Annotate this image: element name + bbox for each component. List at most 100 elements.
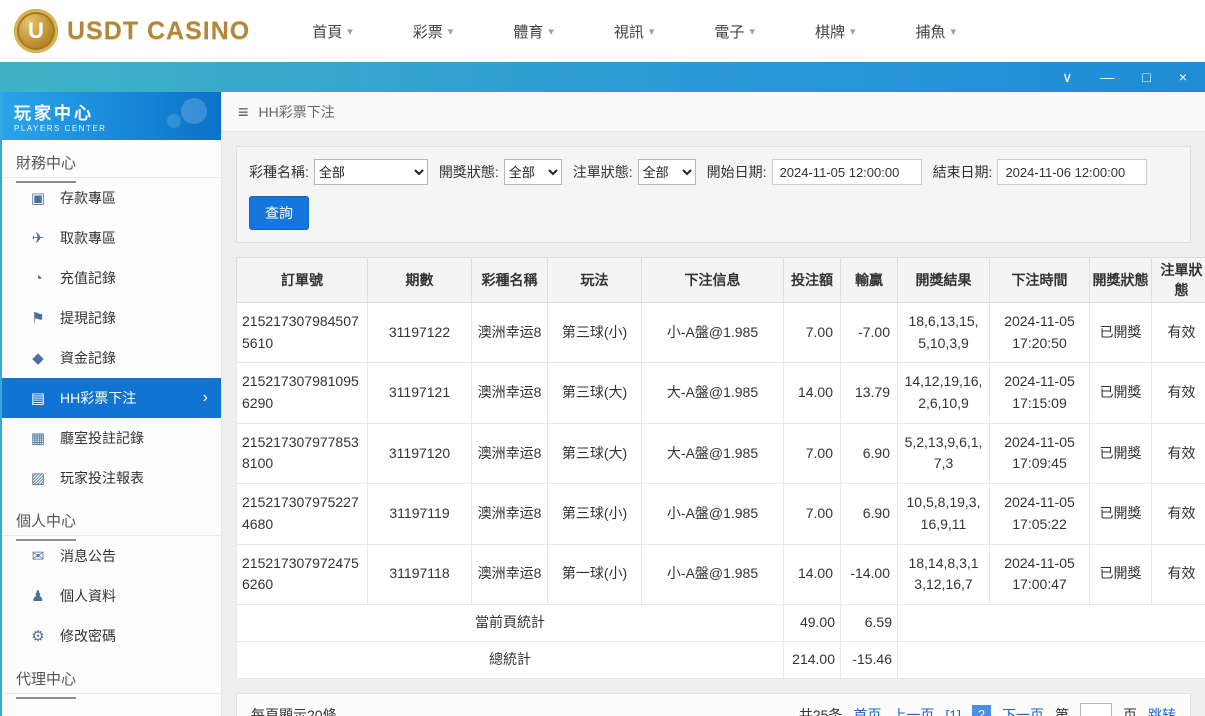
next-page-link[interactable]: 下一页: [1002, 705, 1044, 716]
chevron-down-icon: ▾: [749, 25, 755, 38]
bet-time-cell: 2024-11-05 17:09:45: [990, 423, 1090, 483]
bets-table: 訂單號 期數 彩種名稱 玩法 下注信息 投注額 輸贏 開獎結果 下注時間 開獎狀…: [236, 257, 1191, 679]
section-label: 代理中心: [16, 668, 76, 699]
draw-result-cell: 10,5,8,19,3,16,9,11: [898, 484, 990, 544]
col-header-draw-result: 開獎結果: [898, 258, 990, 303]
section-finance-center[interactable]: 財務中心: [2, 140, 221, 178]
bet-status-cell: 有效: [1152, 423, 1205, 483]
col-header-winloss: 輸贏: [841, 258, 898, 303]
sidebar-item-label: 充值記錄: [60, 268, 116, 288]
draw-status-select[interactable]: 全部: [504, 159, 562, 185]
draw-status-cell: 已開獎: [1090, 544, 1152, 604]
jump-label-suffix: 页: [1123, 705, 1137, 716]
grid-icon: ▦: [29, 429, 47, 447]
nav-item-slots[interactable]: 電子 ▾: [714, 21, 755, 42]
site-logo[interactable]: U USDT CASINO: [0, 9, 250, 53]
draw-status-label: 開獎狀態:: [439, 162, 499, 182]
sidebar-item-room-bet-record[interactable]: ▦ 廳室投註記錄: [2, 418, 221, 458]
jump-page-input[interactable]: [1080, 703, 1112, 716]
jump-go-link[interactable]: 跳转: [1148, 705, 1176, 716]
winloss-cell: -14.00: [841, 544, 898, 604]
window-title-bar: ∨ — □ ×: [0, 62, 1205, 92]
page-summary-empty: [898, 604, 1205, 641]
order-cell: 2152173079778538100: [237, 423, 368, 483]
nav-label: 首頁: [312, 21, 342, 42]
nav-label: 捕魚: [916, 21, 946, 42]
period-cell: 31197122: [368, 303, 472, 363]
withdraw-icon: ✈: [29, 229, 47, 247]
chevron-down-icon: ▾: [347, 25, 353, 38]
page-summary-winloss: 6.59: [841, 604, 898, 641]
sidebar-item-profile[interactable]: ♟ 個人資料: [2, 576, 221, 616]
start-date-input[interactable]: [772, 159, 922, 185]
period-cell: 31197121: [368, 363, 472, 423]
sidebar-item-change-password[interactable]: ⚙ 修改密碼: [2, 616, 221, 656]
end-date-input[interactable]: [997, 159, 1147, 185]
nav-item-fishing[interactable]: 捕魚 ▾: [916, 21, 957, 42]
nav-item-lottery[interactable]: 彩票 ▾: [413, 21, 454, 42]
draw-result-cell: 14,12,19,16,2,6,10,9: [898, 363, 990, 423]
sidebar-item-funds-record[interactable]: ◆ 資金記錄: [2, 338, 221, 378]
section-personal-center[interactable]: 個人中心: [2, 498, 221, 536]
players-center-title: 玩家中心: [14, 99, 209, 124]
search-button[interactable]: 查詢: [249, 196, 309, 230]
deposit-icon: ▣: [29, 189, 47, 207]
period-cell: 31197120: [368, 423, 472, 483]
sidebar-item-deposit-area[interactable]: ▣ 存款專區: [2, 178, 221, 218]
draw-status-cell: 已開獎: [1090, 484, 1152, 544]
sidebar-item-label: HH彩票下注: [60, 388, 136, 408]
winloss-cell: -7.00: [841, 303, 898, 363]
bet-amount-cell: 7.00: [784, 484, 841, 544]
lottery-name-label: 彩種名稱:: [249, 162, 309, 182]
sidebar-item-player-bet-report[interactable]: ▨ 玩家投注報表: [2, 458, 221, 498]
prev-page-link[interactable]: 上一页: [892, 705, 934, 716]
lottery-cell: 澳洲幸运8: [472, 544, 548, 604]
pagination-bar: 每頁顯示20條 共25条 首页 上一页 [1] 2 下一页 第 页 跳转: [236, 693, 1191, 716]
players-center-subtitle: PLAYERS CENTER: [14, 124, 209, 133]
nav-item-video[interactable]: 視訊 ▾: [614, 21, 655, 42]
sidebar-item-recharge-record[interactable]: ◔ 充值記錄: [2, 258, 221, 298]
end-date-label: 結束日期:: [933, 162, 993, 182]
nav-label: 彩票: [413, 21, 443, 42]
nav-item-cards[interactable]: 棋牌 ▾: [815, 21, 856, 42]
minimize-icon[interactable]: —: [1100, 70, 1114, 84]
breadcrumb: ≡ HH彩票下注: [222, 92, 1205, 132]
total-summary-bet: 214.00: [784, 641, 841, 678]
order-cell: 2152173079752274680: [237, 484, 368, 544]
bet-status-cell: 有效: [1152, 484, 1205, 544]
play-cell: 第三球(大): [548, 363, 642, 423]
page-2-link[interactable]: 2: [972, 705, 991, 716]
sidebar-item-withdrawal-record[interactable]: ⚑ 提現記錄: [2, 298, 221, 338]
table-row: 2152173079845075610 31197122 澳洲幸运8 第三球(小…: [237, 303, 1205, 363]
close-icon[interactable]: ×: [1179, 70, 1187, 84]
sidebar-item-hh-lottery-bets[interactable]: ▤ HH彩票下注 ›: [2, 378, 221, 418]
order-cell: 2152173079845075610: [237, 303, 368, 363]
first-page-link[interactable]: 首页: [853, 705, 881, 716]
bet-status-cell: 有效: [1152, 303, 1205, 363]
lottery-name-select[interactable]: 全部: [314, 159, 428, 185]
nav-item-home[interactable]: 首頁 ▾: [312, 21, 353, 42]
period-cell: 31197119: [368, 484, 472, 544]
table-row: 2152173079810956290 31197121 澳洲幸运8 第三球(大…: [237, 363, 1205, 423]
col-header-bet-info: 下注信息: [642, 258, 784, 303]
play-cell: 第一球(小): [548, 544, 642, 604]
bet-status-select[interactable]: 全部: [638, 159, 696, 185]
section-agent-center[interactable]: 代理中心: [2, 656, 221, 694]
gear-icon: ⚙: [29, 627, 47, 645]
sidebar-item-withdraw-area[interactable]: ✈ 取款專區: [2, 218, 221, 258]
lottery-cell: 澳洲幸运8: [472, 423, 548, 483]
table-row: 2152173079778538100 31197120 澳洲幸运8 第三球(大…: [237, 423, 1205, 483]
bell-icon: ✉: [29, 547, 47, 565]
logo-monogram-icon: U: [14, 9, 58, 53]
draw-status-cell: 已開獎: [1090, 363, 1152, 423]
sidebar-item-announcements[interactable]: ✉ 消息公告: [2, 536, 221, 576]
filter-panel: 彩種名稱: 全部 開獎狀態: 全部 注單狀態: 全: [236, 146, 1191, 243]
col-header-bet-status: 注單狀態: [1152, 258, 1205, 303]
players-center-header: 玩家中心 PLAYERS CENTER: [2, 92, 221, 140]
bet-amount-cell: 7.00: [784, 303, 841, 363]
chevron-down-icon: ▾: [649, 25, 655, 38]
maximize-icon[interactable]: □: [1142, 70, 1150, 84]
nav-item-sports[interactable]: 體育 ▾: [513, 21, 554, 42]
hamburger-icon[interactable]: ≡: [238, 103, 249, 121]
collapse-icon[interactable]: ∨: [1062, 70, 1072, 84]
